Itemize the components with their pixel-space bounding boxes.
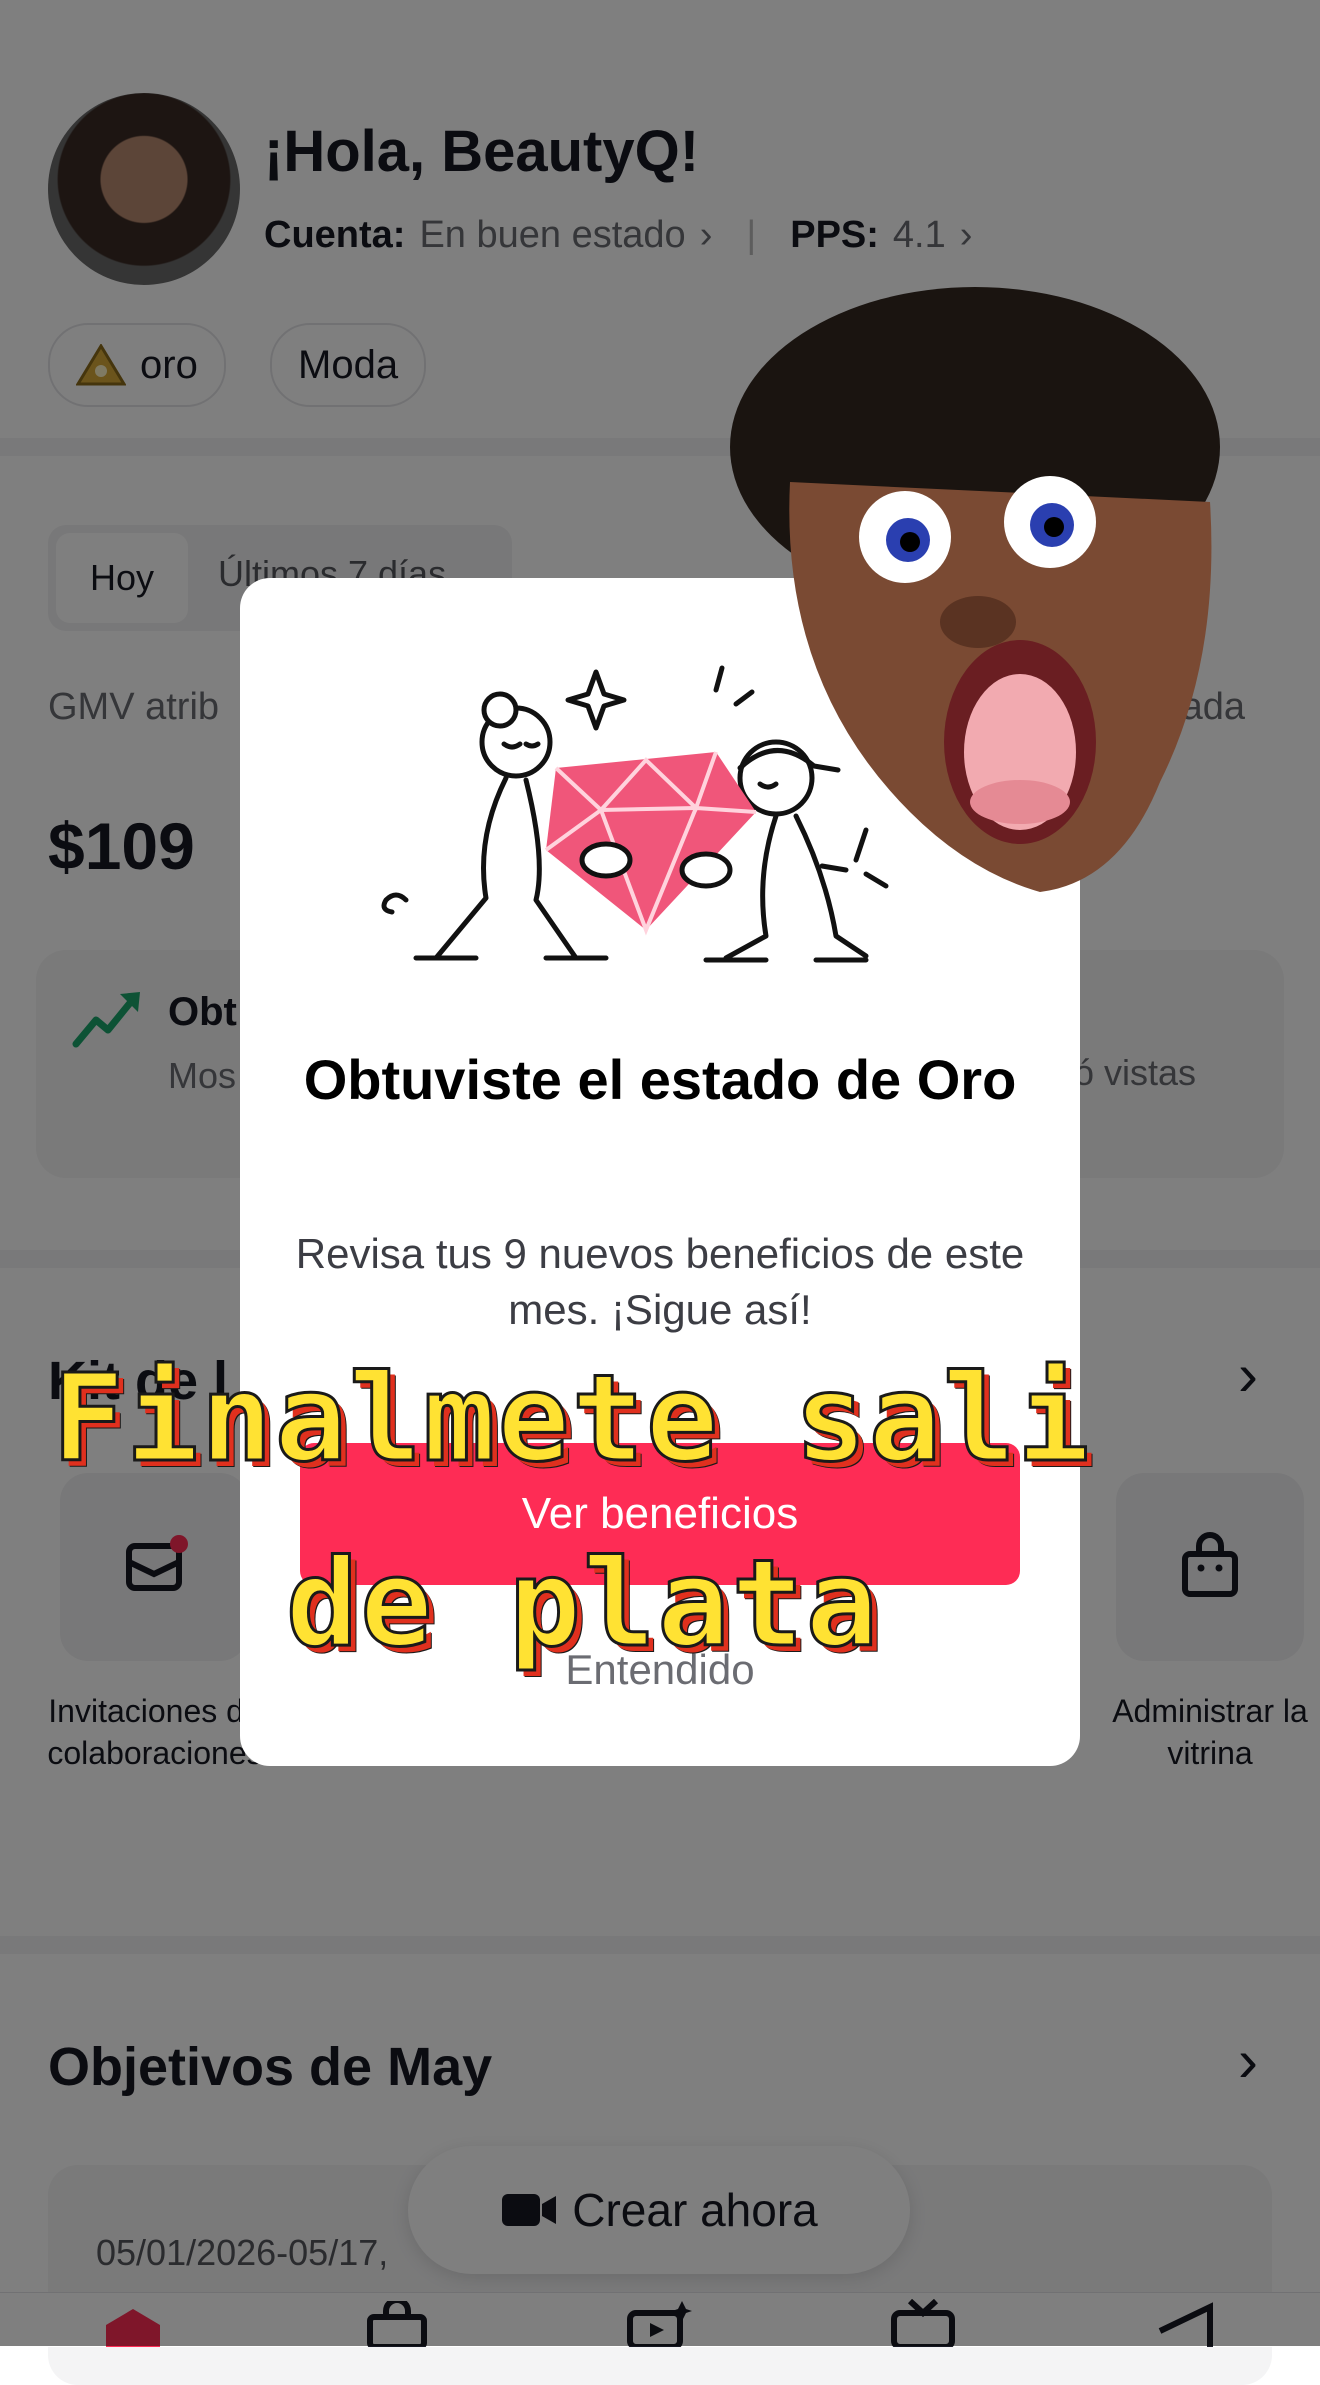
caption-line-1: Finalmete sali bbox=[50, 1349, 1092, 1491]
modal-body-text: Revisa tus 9 nuevos beneficios de este m… bbox=[295, 1230, 1025, 1333]
caption-line-2: de plata bbox=[285, 1534, 880, 1676]
surprised-face-sticker bbox=[730, 287, 1220, 892]
modal-title: Obtuviste el estado de Oro bbox=[303, 1048, 1017, 1111]
